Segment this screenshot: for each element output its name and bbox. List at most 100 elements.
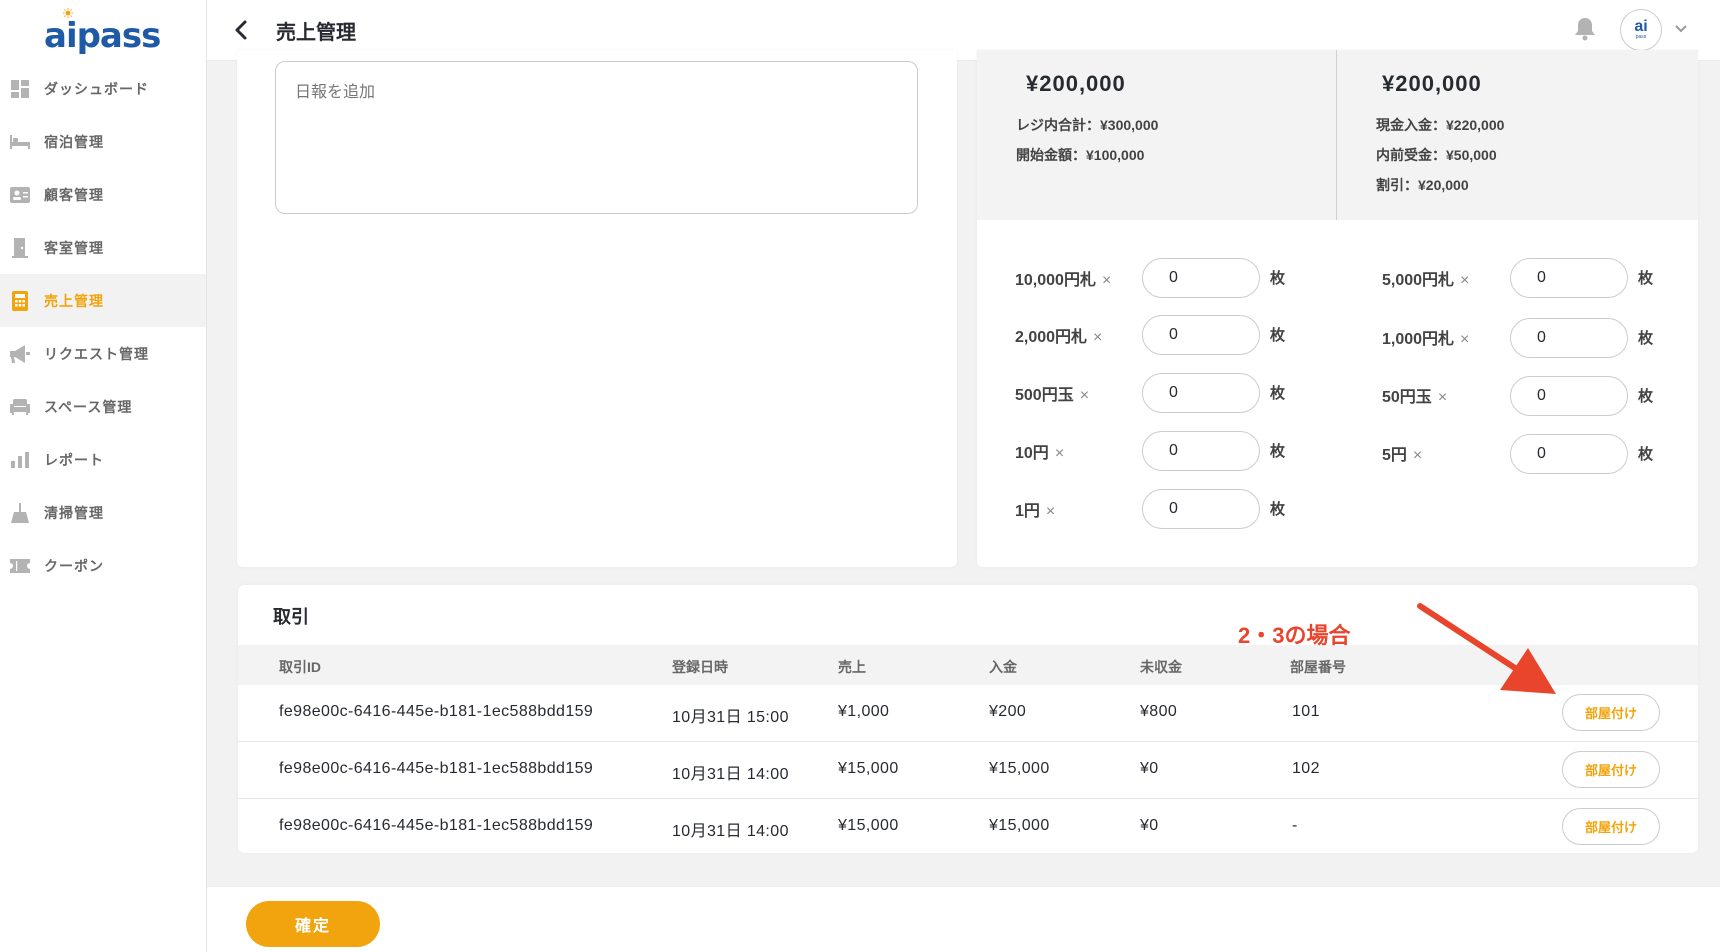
sidebar-item-customers[interactable]: 顧客管理 bbox=[0, 168, 206, 221]
coin-1-count-input[interactable] bbox=[1142, 489, 1260, 529]
denomination-name: 500円玉 bbox=[1015, 387, 1074, 404]
bill-2000-count-input[interactable] bbox=[1142, 315, 1260, 355]
avatar-subtext: pass bbox=[1635, 34, 1647, 40]
receivable-amount: ¥0 bbox=[1140, 817, 1159, 834]
column-header: 登録日時 bbox=[672, 659, 728, 675]
calculator-icon bbox=[10, 290, 30, 311]
sidebar-item-accommodation[interactable]: 宿泊管理 bbox=[0, 115, 206, 168]
multiply-sign: × bbox=[1045, 503, 1056, 520]
sidebar-item-label: リクエスト管理 bbox=[44, 345, 149, 362]
register-total-line: レジ内合計：¥300,000 bbox=[1016, 117, 1159, 133]
door-icon bbox=[10, 237, 30, 258]
multiply-sign: × bbox=[1093, 329, 1103, 346]
sales-amount: ¥1,000 bbox=[838, 703, 890, 720]
denomination-label: 10,000円札 × bbox=[1015, 266, 1111, 290]
registered-at: 10月31日 15:00 bbox=[672, 709, 789, 726]
cash-summary: ¥200,000 レジ内合計：¥300,000 開始金額：¥100,000 ¥2… bbox=[977, 50, 1698, 220]
sidebar-nav: ダッシュボード 宿泊管理 顧客管理 客室管理 売上管理 リクエスト管理 スペース… bbox=[0, 62, 206, 592]
sidebar-item-label: 顧客管理 bbox=[44, 186, 104, 203]
cash-deposit-total: ¥200,000 bbox=[1382, 71, 1482, 96]
payment-amount: ¥200 bbox=[989, 703, 1027, 720]
denomination-label: 5円 × bbox=[1382, 441, 1422, 465]
column-header: 入金 bbox=[989, 659, 1017, 675]
denomination-name: 5円 bbox=[1382, 447, 1407, 464]
annotation-text: 2・3の場合 bbox=[1238, 623, 1351, 648]
receivable-amount: ¥800 bbox=[1140, 703, 1178, 720]
back-arrow-icon[interactable] bbox=[233, 18, 249, 42]
assign-room-button[interactable]: 部屋付け bbox=[1562, 751, 1660, 788]
multiply-sign: × bbox=[1460, 272, 1470, 289]
bill-10000-count-input[interactable] bbox=[1142, 258, 1260, 298]
count-unit: 枚 bbox=[1638, 270, 1654, 287]
denomination-name: 1円 bbox=[1015, 503, 1040, 520]
bell-icon[interactable] bbox=[1573, 16, 1597, 42]
sidebar-item-rooms[interactable]: 客室管理 bbox=[0, 221, 206, 274]
advance-payment-line: 内前受金：¥50,000 bbox=[1376, 147, 1497, 163]
ticket-icon bbox=[10, 556, 30, 576]
sidebar-item-spaces[interactable]: スペース管理 bbox=[0, 380, 206, 433]
multiply-sign: × bbox=[1412, 447, 1423, 464]
assign-room-button[interactable]: 部屋付け bbox=[1562, 694, 1660, 731]
registered-at: 10月31日 14:00 bbox=[672, 766, 789, 783]
daily-report-card bbox=[237, 50, 957, 567]
column-header: 取引ID bbox=[279, 659, 321, 675]
bill-5000-count-input[interactable] bbox=[1510, 258, 1628, 298]
page-title: 売上管理 bbox=[276, 22, 356, 44]
sidebar-item-sales[interactable]: 売上管理 bbox=[0, 274, 206, 327]
count-unit: 枚 bbox=[1638, 446, 1654, 463]
aipass-logo[interactable]: aipass bbox=[44, 6, 161, 56]
daily-report-textarea[interactable] bbox=[275, 61, 918, 214]
bed-icon bbox=[10, 132, 30, 152]
sidebar-item-label: クーポン bbox=[44, 557, 104, 574]
coin-10-count-input[interactable] bbox=[1142, 431, 1260, 471]
room-number: 102 bbox=[1292, 760, 1320, 777]
column-header: 未収金 bbox=[1140, 659, 1182, 675]
sidebar-item-label: 宿泊管理 bbox=[44, 133, 104, 150]
transaction-id: fe98e00c-6416-445e-b181-1ec588bdd159 bbox=[279, 760, 594, 777]
sidebar-item-requests[interactable]: リクエスト管理 bbox=[0, 327, 206, 380]
denomination-label: 5,000円札 × bbox=[1382, 266, 1469, 290]
footer-bar: 確定 bbox=[207, 886, 1720, 952]
multiply-sign: × bbox=[1460, 331, 1470, 348]
logo-text: aipass bbox=[44, 16, 161, 56]
customer-card-icon bbox=[10, 185, 30, 205]
count-unit: 枚 bbox=[1270, 270, 1286, 287]
sidebar-item-label: スペース管理 bbox=[44, 398, 133, 415]
sidebar-item-dashboard[interactable]: ダッシュボード bbox=[0, 62, 206, 115]
count-unit: 枚 bbox=[1270, 327, 1286, 344]
sidebar-item-label: 客室管理 bbox=[44, 239, 104, 256]
multiply-sign: × bbox=[1054, 445, 1065, 462]
discount-line: 割引：¥20,000 bbox=[1376, 177, 1469, 193]
sidebar-item-cleaning[interactable]: 清掃管理 bbox=[0, 486, 206, 539]
sales-amount: ¥15,000 bbox=[838, 760, 899, 777]
count-unit: 枚 bbox=[1270, 443, 1286, 460]
cash-deposit-line: 現金入金：¥220,000 bbox=[1376, 117, 1505, 133]
coin-5-count-input[interactable] bbox=[1510, 434, 1628, 474]
receivable-amount: ¥0 bbox=[1140, 760, 1159, 777]
sidebar-item-coupons[interactable]: クーポン bbox=[0, 539, 206, 592]
confirm-button[interactable]: 確定 bbox=[246, 901, 380, 947]
avatar[interactable]: ai pass bbox=[1620, 9, 1662, 51]
registered-at: 10月31日 14:00 bbox=[672, 823, 789, 840]
bill-1000-count-input[interactable] bbox=[1510, 318, 1628, 358]
payment-amount: ¥15,000 bbox=[989, 817, 1050, 834]
table-row: fe98e00c-6416-445e-b181-1ec588bdd159 10月… bbox=[238, 742, 1698, 799]
denomination-label: 500円玉 × bbox=[1015, 381, 1089, 405]
chevron-down-icon[interactable] bbox=[1674, 24, 1688, 34]
annotation-arrow-icon bbox=[1417, 603, 1556, 694]
multiply-sign: × bbox=[1101, 272, 1112, 289]
count-unit: 枚 bbox=[1638, 388, 1654, 405]
transaction-id: fe98e00c-6416-445e-b181-1ec588bdd159 bbox=[279, 817, 594, 834]
coin-50-count-input[interactable] bbox=[1510, 376, 1628, 416]
payment-amount: ¥15,000 bbox=[989, 760, 1050, 777]
sidebar-item-label: レポート bbox=[44, 451, 104, 468]
count-unit: 枚 bbox=[1270, 385, 1286, 402]
assign-room-button[interactable]: 部屋付け bbox=[1562, 808, 1660, 845]
multiply-sign: × bbox=[1437, 389, 1448, 406]
column-header: 売上 bbox=[838, 659, 866, 675]
register-total: ¥200,000 bbox=[1026, 71, 1126, 96]
broom-icon bbox=[10, 502, 30, 523]
multiply-sign: × bbox=[1079, 387, 1090, 404]
sidebar-item-reports[interactable]: レポート bbox=[0, 433, 206, 486]
coin-500-count-input[interactable] bbox=[1142, 373, 1260, 413]
